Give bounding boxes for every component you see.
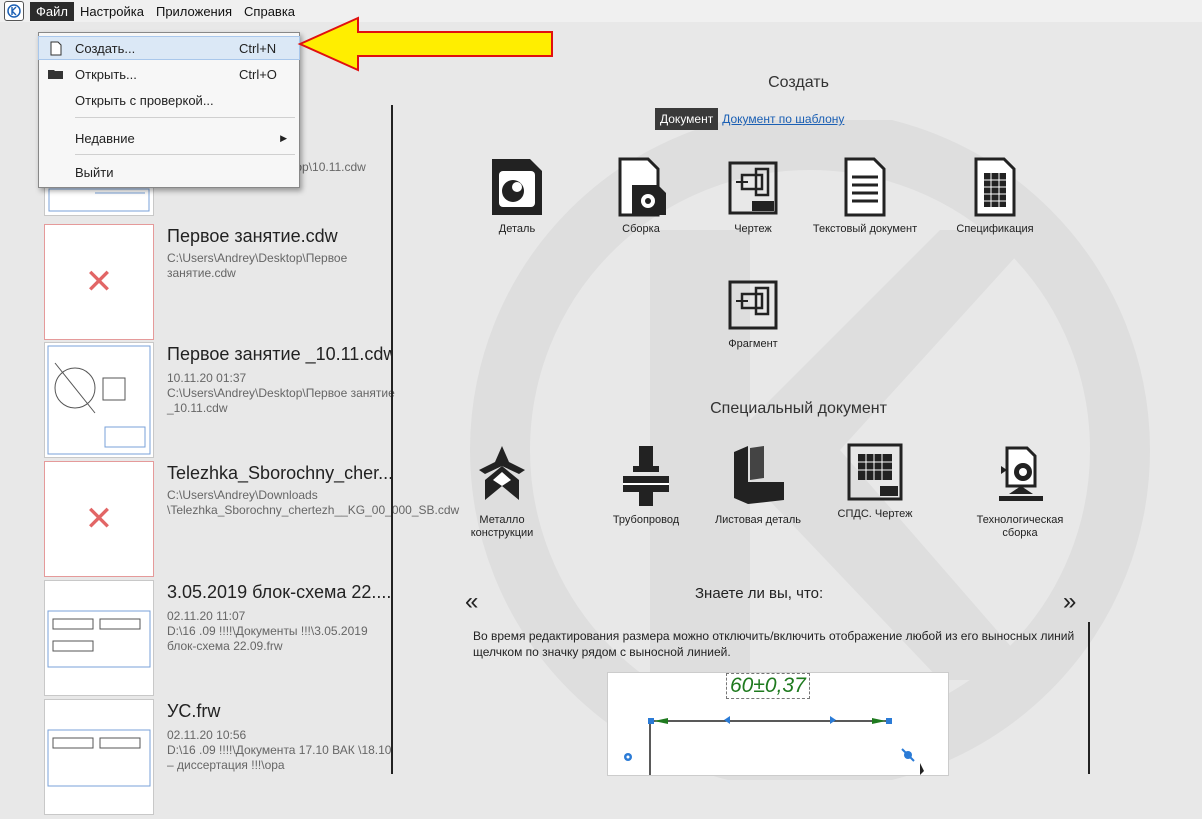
tile-text-document-label: Текстовый документ bbox=[812, 223, 918, 235]
recent-item-title: Telezhka_Sborochny_cher... bbox=[167, 463, 392, 483]
tile-tech-assembly[interactable]: Технологическая сборка bbox=[965, 442, 1075, 540]
tab-template-link[interactable]: Документ по шаблону bbox=[722, 112, 844, 126]
recent-item-path: C:\Users\Andrey\Desktop\Первое занятие.c… bbox=[167, 251, 348, 280]
recent-item-path: C:\Users\Andrey\Desktop\Первое занятие _… bbox=[167, 386, 395, 415]
recent-thumbnail bbox=[44, 699, 154, 815]
tile-drawing-label: Чертеж bbox=[734, 223, 772, 235]
recent-thumbnail bbox=[44, 580, 154, 696]
tile-pipeline-label: Трубопровод bbox=[612, 514, 680, 526]
tile-detail-label: Деталь bbox=[498, 223, 536, 235]
tech-assembly-icon bbox=[999, 446, 1043, 501]
menu-icon-spacer bbox=[47, 92, 65, 108]
tab-document[interactable]: Документ bbox=[655, 108, 719, 130]
create-tabs: Документ Документ по шаблону bbox=[655, 108, 844, 130]
tile-sheet-metal[interactable]: Листовая деталь bbox=[703, 442, 813, 527]
tile-text-document[interactable]: Текстовый документ bbox=[810, 157, 920, 236]
menu-create-label: Создать... bbox=[75, 40, 136, 56]
tips-illustration: 60±0,37 bbox=[607, 672, 949, 776]
new-document-icon bbox=[47, 40, 65, 56]
recent-item-path: D:\16 .09 !!!!\Документы !!!\3.05.2019 б… bbox=[167, 624, 368, 653]
missing-file-icon: ✕ bbox=[84, 499, 114, 539]
menu-exit[interactable]: Выйти bbox=[39, 161, 299, 183]
menubar: Файл Настройка Приложения Справка bbox=[0, 0, 1202, 22]
tile-metal-structures-label: Металло конструкции bbox=[470, 514, 534, 539]
spds-drawing-icon bbox=[847, 443, 903, 501]
tile-tech-assembly-label: Технологическая сборка bbox=[976, 514, 1064, 539]
menu-help[interactable]: Справка bbox=[238, 2, 301, 21]
tips-title: Знаете ли вы, что: bbox=[695, 585, 824, 602]
tile-metal-structures[interactable]: Металло конструкции bbox=[447, 442, 557, 540]
tile-spds-drawing[interactable]: СПДС. Чертеж bbox=[820, 442, 930, 521]
menu-icon-spacer bbox=[47, 164, 65, 180]
tile-specification[interactable]: Спецификация bbox=[940, 157, 1050, 236]
tile-assembly[interactable]: Сборка bbox=[586, 157, 696, 236]
recent-item-path: D:\16 .09 !!!!\Документа 17.10 ВАК \18.1… bbox=[167, 743, 392, 772]
menu-open-label: Открыть... bbox=[75, 66, 137, 82]
tips-divider bbox=[1088, 622, 1090, 774]
recent-item-date: 10.11.20 01:37 bbox=[167, 371, 247, 385]
recent-item-title: УС.frw bbox=[167, 701, 221, 721]
tile-fragment-label: Фрагмент bbox=[728, 338, 778, 350]
app-logo-icon[interactable] bbox=[4, 1, 24, 21]
tile-drawing[interactable]: Чертеж bbox=[698, 157, 808, 236]
menu-open-check-label: Открыть с проверкой... bbox=[75, 92, 214, 108]
panel-divider bbox=[391, 105, 393, 774]
menu-recent[interactable]: Недавние ▶ bbox=[39, 127, 299, 149]
specification-icon bbox=[974, 157, 1016, 217]
tile-detail[interactable]: Деталь bbox=[462, 157, 572, 236]
assembly-icon bbox=[618, 157, 666, 217]
missing-file-icon: ✕ bbox=[84, 262, 114, 302]
folder-icon bbox=[47, 66, 65, 82]
tile-specification-label: Спецификация bbox=[956, 223, 1034, 235]
tips-text: Во время редактирования размера можно от… bbox=[473, 629, 1075, 659]
tile-sheet-metal-label: Листовая деталь bbox=[714, 514, 802, 526]
recent-item-date: 02.11.20 11:07 bbox=[167, 609, 246, 623]
submenu-arrow-icon: ▶ bbox=[280, 132, 287, 143]
menu-file[interactable]: Файл bbox=[30, 1, 74, 21]
sheet-metal-icon bbox=[734, 446, 784, 504]
create-title: Создать bbox=[768, 74, 829, 91]
special-title: Специальный документ bbox=[710, 400, 887, 417]
menu-open-check[interactable]: Открыть с проверкой... bbox=[39, 89, 299, 111]
recent-thumbnail-missing: ✕ bbox=[44, 461, 154, 577]
menu-exit-label: Выйти bbox=[75, 164, 114, 180]
main-area: Создать Документ Документ по шаблону Дет… bbox=[395, 22, 1202, 776]
fragment-icon bbox=[728, 280, 778, 330]
tile-pipeline[interactable]: Трубопровод bbox=[591, 442, 701, 527]
recent-item-path: C:\Users\Andrey\Downloads \Telezhka_Sbor… bbox=[167, 488, 460, 517]
menu-separator bbox=[75, 154, 295, 155]
menu-applications[interactable]: Приложения bbox=[150, 2, 238, 21]
menu-icon-spacer bbox=[47, 130, 65, 146]
tile-spds-drawing-label: СПДС. Чертеж bbox=[837, 508, 913, 520]
text-document-icon bbox=[844, 157, 886, 217]
tile-assembly-label: Сборка bbox=[622, 223, 660, 235]
recent-thumbnail-missing: ✕ bbox=[44, 224, 154, 340]
recent-item-title: 3.05.2019 блок-схема 22.... bbox=[167, 582, 392, 602]
menu-open[interactable]: Открыть... Ctrl+O bbox=[39, 63, 299, 85]
tips-next-button[interactable]: » bbox=[1063, 588, 1076, 616]
file-menu-dropdown: Создать... Ctrl+N Открыть... Ctrl+O Откр… bbox=[38, 32, 300, 188]
drawing-icon bbox=[728, 161, 778, 215]
detail-icon bbox=[492, 159, 542, 215]
dimension-drawing bbox=[624, 716, 924, 775]
menu-recent-label: Недавние bbox=[75, 130, 135, 146]
menu-separator bbox=[75, 117, 295, 118]
pipeline-icon bbox=[623, 446, 669, 506]
recent-item-title: Первое занятие _10.11.cdw bbox=[167, 344, 392, 364]
recent-item-title: Первое занятие.cdw bbox=[167, 226, 338, 246]
annotation-arrow bbox=[297, 16, 553, 72]
tile-fragment[interactable]: Фрагмент bbox=[698, 278, 808, 351]
tips-prev-button[interactable]: « bbox=[465, 588, 478, 616]
menu-create-shortcut: Ctrl+N bbox=[239, 40, 277, 56]
menu-create[interactable]: Создать... Ctrl+N bbox=[38, 36, 300, 60]
recent-item-date: 02.11.20 10:56 bbox=[167, 728, 247, 742]
metal-structures-icon bbox=[479, 446, 525, 500]
menu-open-shortcut: Ctrl+O bbox=[239, 66, 277, 82]
menu-settings[interactable]: Настройка bbox=[74, 2, 150, 21]
recent-thumbnail bbox=[44, 342, 154, 458]
